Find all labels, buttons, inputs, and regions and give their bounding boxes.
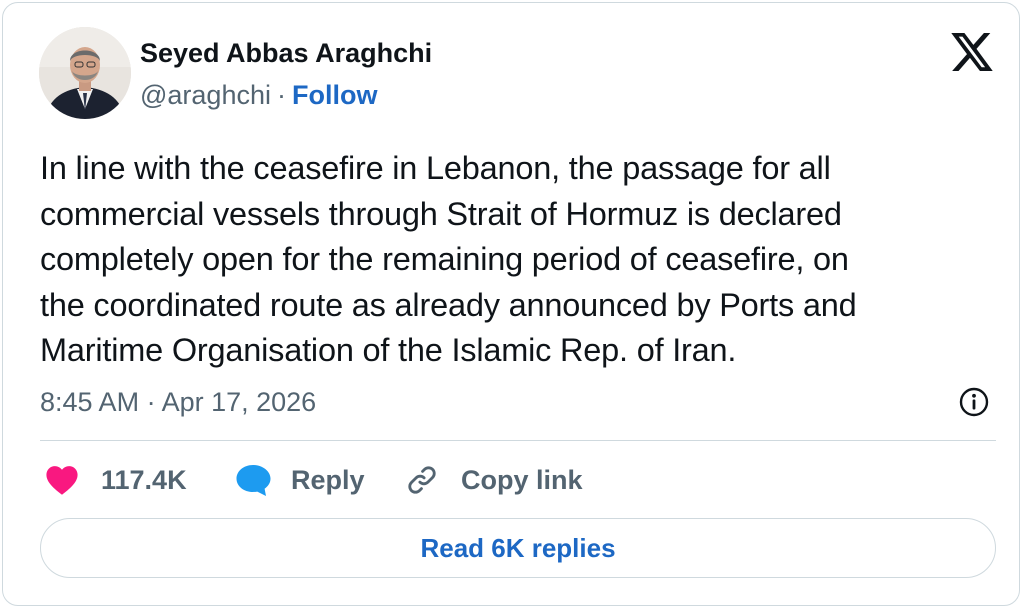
copy-link-button[interactable]: Copy link	[405, 461, 583, 499]
avatar[interactable]	[39, 27, 131, 119]
follow-link[interactable]: Follow	[292, 80, 377, 110]
avatar-photo	[39, 27, 131, 119]
copy-link-label: Copy link	[461, 464, 583, 495]
reply-label: Reply	[291, 464, 365, 495]
author-handle[interactable]: @araghchi	[140, 80, 271, 110]
tweet-line: commercial vessels through Strait of Hor…	[40, 195, 842, 232]
tweet-line: Maritime Organisation of the Islamic Rep…	[40, 332, 737, 368]
read-replies-button[interactable]: Read 6K replies	[40, 518, 996, 578]
tweet-text: In line with the ceasefire in Lebanon, t…	[40, 146, 1000, 374]
tweet-line: completely open for the remaining period…	[40, 241, 849, 277]
tweet-line: In line with the ceasefire in Lebanon, t…	[40, 150, 831, 186]
tweet-card: Seyed Abbas Araghchi @araghchi · Follow In…	[2, 2, 1020, 606]
reply-button[interactable]: Reply	[235, 461, 365, 499]
like-button[interactable]: 117.4K	[45, 461, 187, 499]
speech-bubble-icon	[236, 465, 271, 496]
tweet-line: the coordinated route as already announc…	[40, 286, 857, 323]
heart-icon	[46, 466, 78, 495]
link-icon	[408, 466, 436, 494]
tweet-timestamp[interactable]: 8:45 AM · Apr 17, 2026	[40, 387, 316, 418]
author-name[interactable]: Seyed Abbas Araghchi	[140, 38, 432, 69]
x-logo-icon[interactable]	[951, 33, 993, 71]
divider	[40, 440, 996, 441]
separator-dot: ·	[276, 80, 286, 110]
like-count: 117.4K	[101, 464, 187, 495]
author-meta: @araghchi · Follow	[140, 80, 377, 111]
info-icon[interactable]	[958, 386, 990, 418]
